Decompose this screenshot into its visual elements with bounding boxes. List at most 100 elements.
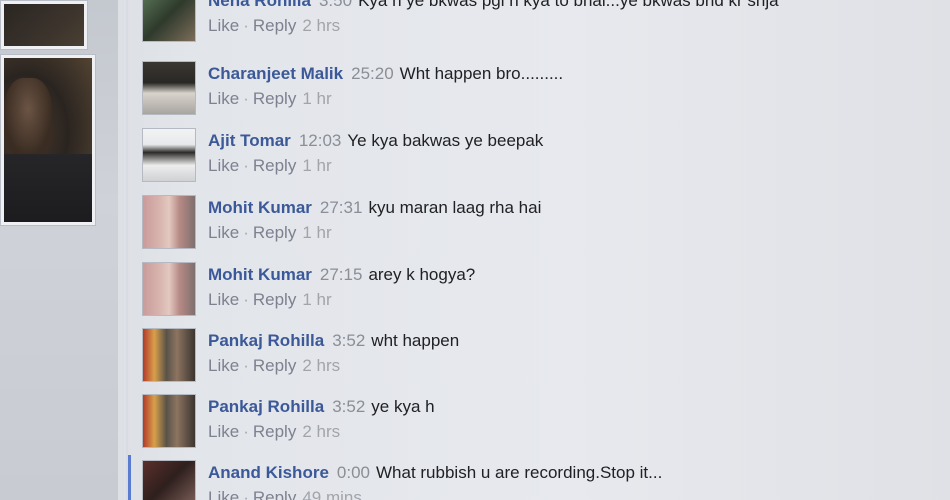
comment-author-link[interactable]: Ajit Tomar	[208, 131, 291, 150]
comment-timestamp-link[interactable]: 0:00	[337, 463, 370, 482]
comment-age: 2 hrs	[302, 356, 341, 375]
avatar[interactable]	[142, 195, 196, 249]
comment-age: 1 hr	[302, 223, 332, 242]
comment-actions: Like · Reply 1 hr	[208, 222, 928, 244]
comment-body: Neha Rohilla 3:50 Kya h ye bkwas pgl h kya…	[208, 0, 928, 37]
comment-actions: Like · Reply 2 hrs	[208, 355, 928, 377]
comment-actions: Like · Reply 49 mins	[208, 487, 928, 500]
comment-header: Pankaj Rohilla 3:52 ye kya h	[208, 396, 928, 418]
left-column	[0, 0, 118, 500]
reply-link[interactable]: Reply	[253, 16, 296, 35]
comment-timestamp-link[interactable]: 12:03	[299, 131, 342, 150]
comment-age: 1 hr	[302, 89, 332, 108]
avatar[interactable]	[142, 128, 196, 182]
comment-header: Mohit Kumar 27:31 kyu maran laag rha hai	[208, 197, 928, 219]
comment-body: Pankaj Rohilla 3:52 ye kya h Like · Reply 2 h…	[208, 396, 928, 443]
like-link[interactable]: Like	[208, 488, 239, 500]
dot-separator: ·	[243, 488, 249, 500]
dot-separator: ·	[243, 356, 249, 375]
avatar[interactable]	[142, 0, 196, 42]
comment-header: Mohit Kumar 27:15 arey k hogya?	[208, 264, 928, 286]
avatar[interactable]	[142, 262, 196, 316]
like-link[interactable]: Like	[208, 422, 239, 441]
comment-author-link[interactable]: Pankaj Rohilla	[208, 331, 324, 350]
comment-header: Charanjeet Malik 25:20 Wht happen bro.....…	[208, 63, 928, 85]
comment-body: Pankaj Rohilla 3:52 wht happen Like · Reply 2…	[208, 330, 928, 377]
reply-link[interactable]: Reply	[253, 223, 296, 242]
screen: Neha Rohilla 3:50 Kya h ye bkwas pgl h kya…	[0, 0, 950, 500]
dot-separator: ·	[243, 223, 249, 242]
reply-link[interactable]: Reply	[253, 89, 296, 108]
comment-author-link[interactable]: Mohit Kumar	[208, 198, 312, 217]
like-link[interactable]: Like	[208, 156, 239, 175]
dot-separator: ·	[243, 290, 249, 309]
comment-list: Neha Rohilla 3:50 Kya h ye bkwas pgl h kya…	[138, 0, 950, 500]
comment-timestamp-link[interactable]: 27:31	[320, 198, 363, 217]
dot-separator: ·	[243, 16, 249, 35]
dot-separator: ·	[243, 422, 249, 441]
comment-header: Ajit Tomar 12:03 Ye kya bakwas ye beepak	[208, 130, 928, 152]
profile-photo-large[interactable]	[0, 54, 96, 226]
like-link[interactable]: Like	[208, 89, 239, 108]
comment-age: 2 hrs	[302, 422, 341, 441]
comment-timestamp-link[interactable]: 3:52	[332, 331, 365, 350]
photo-image	[4, 58, 92, 222]
comment-text: Ye kya bakwas ye beepak	[347, 131, 544, 150]
comment-timestamp-link[interactable]: 25:20	[351, 64, 394, 83]
comment-actions: Like · Reply 1 hr	[208, 88, 928, 110]
comment-item: Charanjeet Malik 25:20 Wht happen bro.....…	[138, 61, 938, 121]
like-link[interactable]: Like	[208, 223, 239, 242]
comment-author-link[interactable]: Anand Kishore	[208, 463, 329, 482]
comment-header: Pankaj Rohilla 3:52 wht happen	[208, 330, 928, 352]
comment-item: Mohit Kumar 27:31 kyu maran laag rha hai L…	[138, 195, 938, 255]
like-link[interactable]: Like	[208, 290, 239, 309]
reply-link[interactable]: Reply	[253, 422, 296, 441]
column-divider	[126, 0, 128, 500]
dot-separator: ·	[243, 156, 249, 175]
avatar[interactable]	[142, 328, 196, 382]
comment-actions: Like · Reply 1 hr	[208, 155, 928, 177]
comment-timestamp-link[interactable]: 27:15	[320, 265, 363, 284]
comment-age: 1 hr	[302, 290, 332, 309]
active-comment-marker	[128, 455, 131, 500]
comment-header: Anand Kishore 0:00 What rubbish u are reco…	[208, 462, 928, 484]
reply-link[interactable]: Reply	[253, 356, 296, 375]
comment-item: Pankaj Rohilla 3:52 ye kya h Like · Reply 2 h…	[138, 394, 938, 454]
comment-text: Wht happen bro.........	[399, 64, 564, 83]
comment-age: 1 hr	[302, 156, 332, 175]
comment-text: Kya h ye bkwas pgl h kya to bhai...ye bk…	[358, 0, 779, 10]
avatar[interactable]	[142, 460, 196, 500]
comment-author-link[interactable]: Pankaj Rohilla	[208, 397, 324, 416]
comment-age: 49 mins	[302, 488, 362, 500]
avatar[interactable]	[142, 394, 196, 448]
like-link[interactable]: Like	[208, 356, 239, 375]
comment-text: ye kya h	[371, 397, 435, 416]
reply-link[interactable]: Reply	[253, 156, 296, 175]
comment-body: Anand Kishore 0:00 What rubbish u are reco…	[208, 462, 928, 500]
comment-item: Mohit Kumar 27:15 arey k hogya? Like · Reply…	[138, 262, 938, 322]
comment-item: Neha Rohilla 3:50 Kya h ye bkwas pgl h kya…	[138, 0, 938, 48]
comment-timestamp-link[interactable]: 3:50	[319, 0, 352, 10]
comment-text: kyu maran laag rha hai	[368, 198, 542, 217]
comment-body: Ajit Tomar 12:03 Ye kya bakwas ye beepak L…	[208, 130, 928, 177]
comment-author-link[interactable]: Mohit Kumar	[208, 265, 312, 284]
comment-item: Anand Kishore 0:00 What rubbish u are reco…	[138, 460, 938, 500]
comment-actions: Like · Reply 1 hr	[208, 289, 928, 311]
reply-link[interactable]: Reply	[253, 488, 296, 500]
comment-item: Pankaj Rohilla 3:52 wht happen Like · Reply 2…	[138, 328, 938, 388]
comment-text: arey k hogya?	[368, 265, 476, 284]
comment-author-link[interactable]: Neha Rohilla	[208, 0, 311, 10]
comment-actions: Like · Reply 2 hrs	[208, 421, 928, 443]
dot-separator: ·	[243, 89, 249, 108]
reply-link[interactable]: Reply	[253, 290, 296, 309]
like-link[interactable]: Like	[208, 16, 239, 35]
profile-photo-thumbnail[interactable]	[0, 0, 88, 50]
avatar[interactable]	[142, 61, 196, 115]
comment-author-link[interactable]: Charanjeet Malik	[208, 64, 343, 83]
comment-body: Mohit Kumar 27:15 arey k hogya? Like · Reply…	[208, 264, 928, 311]
comment-header: Neha Rohilla 3:50 Kya h ye bkwas pgl h kya…	[208, 0, 928, 12]
comment-actions: Like · Reply 2 hrs	[208, 15, 928, 37]
comment-text: wht happen	[371, 331, 460, 350]
comment-timestamp-link[interactable]: 3:52	[332, 397, 365, 416]
comment-age: 2 hrs	[302, 16, 341, 35]
